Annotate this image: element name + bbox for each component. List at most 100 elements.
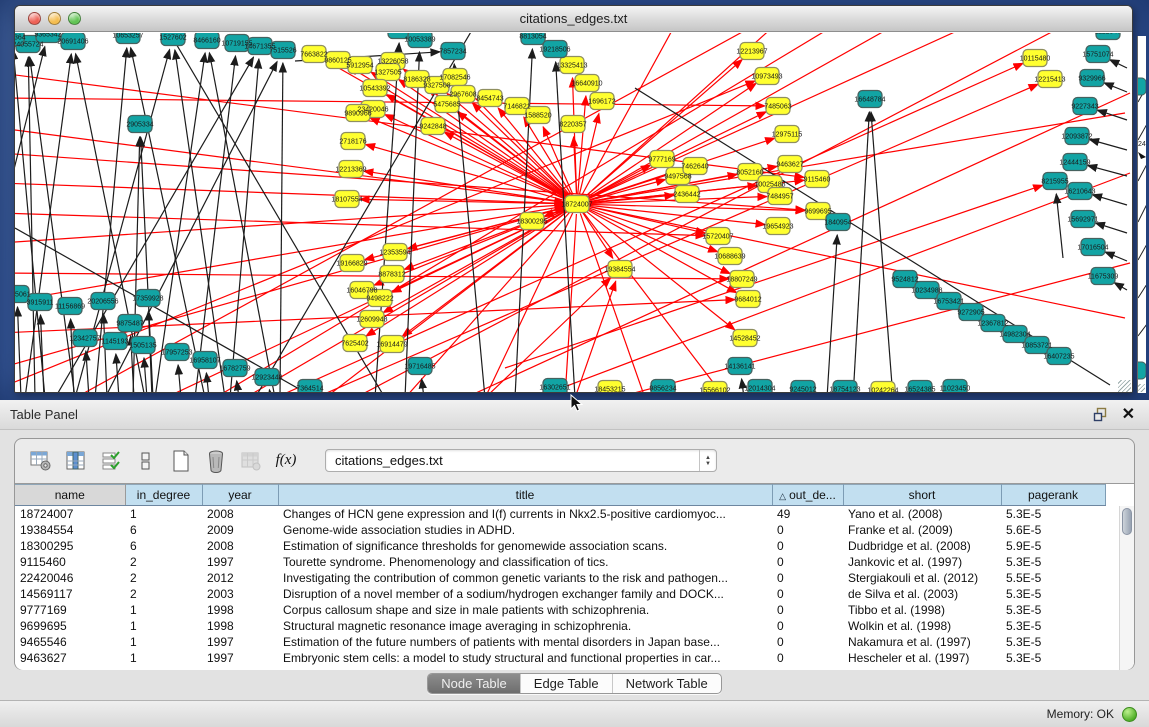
- network-window-titlebar[interactable]: citations_edges.txt: [15, 6, 1132, 32]
- table-cell[interactable]: 0: [772, 650, 843, 666]
- table-cell[interactable]: 1: [125, 506, 202, 522]
- table-cell[interactable]: Genome-wide association studies in ADHD.: [278, 522, 772, 538]
- new-column-icon[interactable]: [169, 449, 193, 473]
- table-cell[interactable]: Estimation of significance thresholds fo…: [278, 538, 772, 554]
- network-canvas[interactable]: 1872400718300295193845547663822986012559…: [15, 33, 1132, 393]
- resize-grip[interactable]: [1137, 384, 1145, 392]
- table-cell[interactable]: 5.3E-5: [1001, 506, 1105, 522]
- column-header-short[interactable]: short: [843, 485, 1001, 506]
- table-cell[interactable]: de Silva et al. (2003): [843, 586, 1001, 602]
- table-cell[interactable]: 2: [125, 586, 202, 602]
- zoom-button[interactable]: [68, 12, 81, 25]
- table-cell[interactable]: 5.3E-5: [1001, 554, 1105, 570]
- table-cell[interactable]: 5.3E-5: [1001, 618, 1105, 634]
- table-cell[interactable]: 2: [125, 554, 202, 570]
- table-cell[interactable]: 6: [125, 538, 202, 554]
- background-window-sliver[interactable]: 24: [1137, 36, 1146, 393]
- table-cell[interactable]: 2003: [202, 586, 278, 602]
- table-mode-icon[interactable]: [29, 449, 53, 473]
- column-header-year[interactable]: year: [202, 485, 278, 506]
- table-cell[interactable]: Wolkin et al. (1998): [843, 618, 1001, 634]
- table-cell[interactable]: 5.6E-5: [1001, 522, 1105, 538]
- table-row[interactable]: 969969511998Structural magnetic resonanc…: [15, 618, 1105, 634]
- table-cell[interactable]: 1: [125, 650, 202, 666]
- show-columns-icon[interactable]: [64, 449, 88, 473]
- table-cell[interactable]: 1998: [202, 618, 278, 634]
- table-cell[interactable]: 1: [125, 634, 202, 650]
- table-cell[interactable]: Tourette syndrome. Phenomenology and cla…: [278, 554, 772, 570]
- table-cell[interactable]: 1997: [202, 650, 278, 666]
- table-row[interactable]: 2242004622012Investigating the contribut…: [15, 570, 1105, 586]
- table-cell[interactable]: 0: [772, 570, 843, 586]
- table-cell[interactable]: 0: [772, 522, 843, 538]
- column-header-out-de-[interactable]: △out_de...: [772, 485, 843, 506]
- close-icon[interactable]: ✕: [1122, 407, 1135, 423]
- table-row[interactable]: 1830029562008Estimation of significance …: [15, 538, 1105, 554]
- table-cell[interactable]: 1997: [202, 634, 278, 650]
- table-cell[interactable]: 2: [125, 570, 202, 586]
- minimize-button[interactable]: [48, 12, 61, 25]
- table-cell[interactable]: Stergiakouli et al. (2012): [843, 570, 1001, 586]
- table-cell[interactable]: Dudbridge et al. (2008): [843, 538, 1001, 554]
- delete-column-icon[interactable]: [204, 449, 228, 473]
- table-row[interactable]: 911546021997Tourette syndrome. Phenomeno…: [15, 554, 1105, 570]
- table-cell[interactable]: 0: [772, 538, 843, 554]
- table-cell[interactable]: 9777169: [15, 602, 125, 618]
- table-cell[interactable]: 9463627: [15, 650, 125, 666]
- column-header-name[interactable]: name: [15, 485, 125, 506]
- table-cell[interactable]: 9465546: [15, 634, 125, 650]
- table-cell[interactable]: 0: [772, 618, 843, 634]
- table-cell[interactable]: 22420046: [15, 570, 125, 586]
- table-cell[interactable]: 1997: [202, 554, 278, 570]
- table-cell[interactable]: Investigating the contribution of common…: [278, 570, 772, 586]
- table-cell[interactable]: 6: [125, 522, 202, 538]
- table-row[interactable]: 1456911722003Disruption of a novel membe…: [15, 586, 1105, 602]
- table-cell[interactable]: 2008: [202, 506, 278, 522]
- table-cell[interactable]: Nakamura et al. (1997): [843, 634, 1001, 650]
- table-cell[interactable]: Franke et al. (2009): [843, 522, 1001, 538]
- table-cell[interactable]: 2009: [202, 522, 278, 538]
- column-header-pagerank[interactable]: pagerank: [1001, 485, 1105, 506]
- table-row[interactable]: 977716911998Corpus callosum shape and si…: [15, 602, 1105, 618]
- resize-grip[interactable]: [1118, 380, 1131, 393]
- table-cell[interactable]: 0: [772, 554, 843, 570]
- table-cell[interactable]: 18300295: [15, 538, 125, 554]
- table-cell[interactable]: 0: [772, 586, 843, 602]
- table-cell[interactable]: Tibbo et al. (1998): [843, 602, 1001, 618]
- function-builder-icon[interactable]: f(x): [274, 449, 298, 473]
- table-row[interactable]: 946362711997Embryonic stem cells: a mode…: [15, 650, 1105, 666]
- close-button[interactable]: [28, 12, 41, 25]
- column-header-in-degree[interactable]: in_degree: [125, 485, 202, 506]
- table-cell[interactable]: Yano et al. (2008): [843, 506, 1001, 522]
- table-cell[interactable]: 0: [772, 634, 843, 650]
- table-cell[interactable]: 18724007: [15, 506, 125, 522]
- table-cell[interactable]: Structural magnetic resonance image aver…: [278, 618, 772, 634]
- table-cell[interactable]: 5.3E-5: [1001, 586, 1105, 602]
- column-header-title[interactable]: title: [278, 485, 772, 506]
- table-cell[interactable]: Disruption of a novel member of a sodium…: [278, 586, 772, 602]
- table-cell[interactable]: 1: [125, 602, 202, 618]
- table-cell[interactable]: 5.9E-5: [1001, 538, 1105, 554]
- table-cell[interactable]: Corpus callosum shape and size in male p…: [278, 602, 772, 618]
- table-cell[interactable]: 0: [772, 602, 843, 618]
- table-row[interactable]: 1872400712008Changes of HCN gene express…: [15, 506, 1105, 522]
- table-cell[interactable]: 5.5E-5: [1001, 570, 1105, 586]
- table-vertical-scrollbar[interactable]: [1119, 506, 1134, 670]
- table-cell[interactable]: 49: [772, 506, 843, 522]
- network-graph[interactable]: 1872400718300295193845547663822986012559…: [15, 33, 1132, 393]
- table-cell[interactable]: Hescheler et al. (1997): [843, 650, 1001, 666]
- tab-edge-table[interactable]: Edge Table: [520, 674, 612, 693]
- scrollbar-thumb[interactable]: [1122, 508, 1132, 535]
- table-row[interactable]: 946554611997Estimation of the future num…: [15, 634, 1105, 650]
- tab-node-table[interactable]: Node Table: [428, 674, 520, 693]
- table-cell[interactable]: 14569117: [15, 586, 125, 602]
- table-cell[interactable]: 5.3E-5: [1001, 634, 1105, 650]
- table-cell[interactable]: 19384554: [15, 522, 125, 538]
- row-height-icon[interactable]: [134, 449, 158, 473]
- tab-network-table[interactable]: Network Table: [612, 674, 721, 693]
- column-checklist-icon[interactable]: [99, 449, 123, 473]
- table-cell[interactable]: 2008: [202, 538, 278, 554]
- table-cell[interactable]: 5.3E-5: [1001, 602, 1105, 618]
- table-cell[interactable]: 1998: [202, 602, 278, 618]
- table-cell[interactable]: 2012: [202, 570, 278, 586]
